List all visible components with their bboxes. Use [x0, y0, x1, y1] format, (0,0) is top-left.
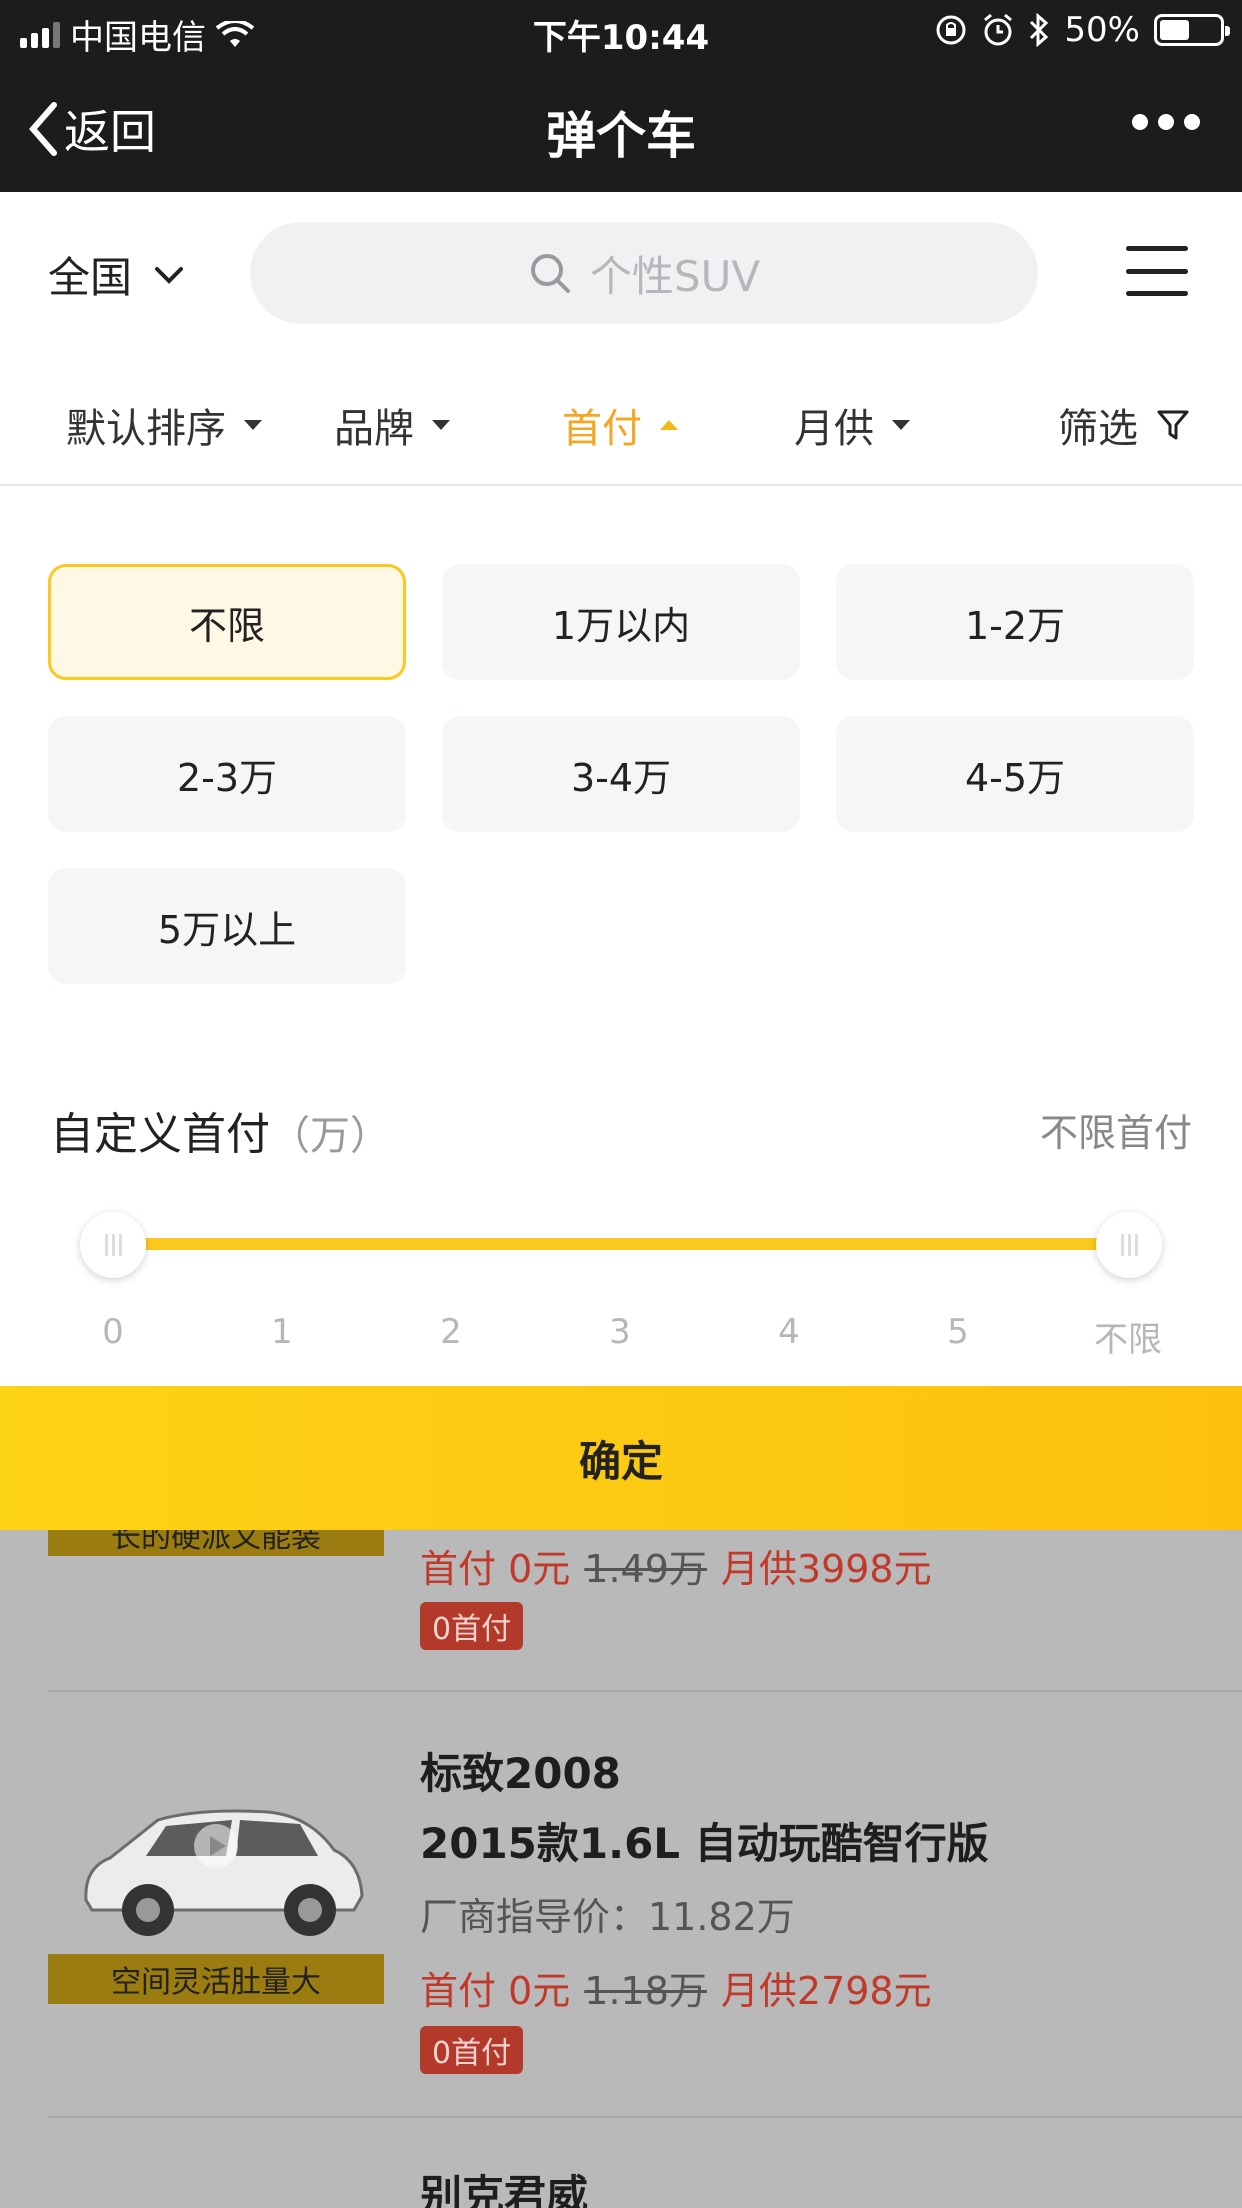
sort-tab-default[interactable]: 默认排序 — [66, 396, 262, 454]
option-label: 3-4万 — [570, 755, 672, 800]
tick-label: 3 — [609, 1312, 631, 1352]
sort-tab-label: 月供 — [794, 406, 874, 452]
tick-label: 2 — [440, 1312, 462, 1352]
car-model: 2015款1.6L 自动玩酷智行版 — [420, 1819, 989, 1868]
custom-unit: （万） — [270, 1113, 390, 1159]
alarm-icon — [984, 13, 1013, 46]
old-price: 1.49万 — [584, 1547, 707, 1591]
option-chip[interactable]: 2-3万 — [48, 716, 406, 832]
tick-label: 1 — [271, 1312, 293, 1352]
divider — [48, 1690, 1242, 1692]
range-knob-max[interactable] — [1096, 1212, 1162, 1278]
option-chip[interactable]: 1万以内 — [442, 564, 800, 680]
sort-tab-filter[interactable]: 筛选 — [1058, 396, 1190, 454]
menu-icon[interactable] — [1126, 246, 1188, 296]
option-label: 1-2万 — [964, 603, 1066, 648]
down-payment: 首付 0元 — [420, 1547, 571, 1591]
car-name: 标致2008 — [420, 1749, 621, 1798]
sort-tab-brand[interactable]: 品牌 — [334, 396, 450, 454]
sort-tab-label: 品牌 — [334, 406, 414, 452]
tick-label: 不限 — [1094, 1320, 1162, 1360]
range-ticks: 0 1 2 3 4 5 不限 — [0, 1312, 1242, 1362]
option-label: 5万以上 — [157, 907, 297, 952]
range-track[interactable] — [114, 1238, 1128, 1250]
nav-bar: 返回 弹个车 — [0, 66, 1242, 186]
price-line: 首付 0元 1.18万 月供2798元 — [420, 1960, 932, 2015]
option-chip[interactable]: 1-2万 — [836, 564, 1194, 680]
thumb-tag: 空间灵活肚量大 — [48, 1954, 384, 2004]
page-title: 弹个车 — [546, 107, 696, 165]
option-chip[interactable]: 4-5万 — [836, 716, 1194, 832]
search-icon — [530, 254, 570, 293]
battery-percent: 50% — [1064, 10, 1140, 50]
option-label: 2-3万 — [176, 755, 278, 800]
thumb-tag-text: 长的硬派又能装 — [111, 1530, 321, 1555]
sort-tab-label: 筛选 — [1058, 406, 1138, 452]
filter-icon — [1157, 410, 1189, 440]
caret-down-icon — [244, 420, 262, 430]
more-button[interactable] — [1132, 114, 1200, 130]
price-line: 首付 0元 1.49万 月供3998元 — [420, 1538, 932, 1593]
sort-tab-down-payment[interactable]: 首付 — [562, 396, 678, 454]
zero-down-badge: 0首付 — [420, 2026, 524, 2074]
unlimited-value: 不限首付 — [1039, 1111, 1192, 1155]
caret-down-icon — [892, 420, 910, 430]
car-name: 别克君威 — [420, 2171, 589, 2208]
car-thumbnail: 空间灵活肚量大 — [48, 1750, 384, 2004]
sort-tab-label: 默认排序 — [66, 406, 226, 452]
rotation-lock-icon — [936, 15, 966, 45]
car-list: 长的硬派又能装 首付 0元 1.49万 月供3998元 0首付 空间灵活肚量大 … — [0, 1530, 1242, 2208]
option-label: 1万以内 — [551, 603, 691, 648]
custom-down-payment-label: 自定义首付（万） — [50, 1098, 390, 1162]
monthly-payment: 月供2798元 — [720, 1969, 932, 2013]
search-row: 全国 个性SUV — [0, 192, 1242, 352]
old-price: 1.18万 — [584, 1969, 707, 2013]
status-bar: 中国电信 下午10:44 50% — [0, 0, 1242, 60]
tick-label: 0 — [102, 1312, 124, 1352]
chevron-down-icon — [155, 266, 184, 284]
battery-icon — [1154, 14, 1230, 46]
tick-label: 4 — [778, 1312, 800, 1352]
option-chip[interactable]: 3-4万 — [442, 716, 800, 832]
region-selector[interactable]: 全国 — [48, 244, 184, 305]
option-chip[interactable]: 5万以上 — [48, 868, 406, 984]
confirm-button[interactable]: 确定 — [0, 1386, 1242, 1530]
region-label: 全国 — [48, 253, 133, 302]
guide-price: 厂商指导价：11.82万 — [420, 1895, 795, 1939]
range-knob-min[interactable] — [80, 1212, 146, 1278]
sort-bar: 默认排序 品牌 首付 月供 筛选 — [0, 352, 1242, 486]
bluetooth-icon — [1030, 13, 1049, 47]
option-label: 不限 — [188, 603, 265, 648]
thumb-tag-text: 空间灵活肚量大 — [111, 1965, 321, 2000]
zero-down-badge: 0首付 — [420, 1602, 524, 1650]
down-payment: 首付 0元 — [420, 1969, 571, 2013]
option-chip-unlimited[interactable]: 不限 — [48, 564, 406, 680]
option-label: 4-5万 — [964, 755, 1066, 800]
status-right: 50% — [934, 10, 1230, 50]
sort-tab-monthly[interactable]: 月供 — [794, 396, 910, 454]
search-input[interactable]: 个性SUV — [250, 222, 1038, 324]
battery-fill — [1160, 20, 1189, 40]
down-payment-panel: 不限 1万以内 1-2万 2-3万 3-4万 4-5万 5万以上 自定义首付（万… — [0, 486, 1242, 1386]
custom-label-text: 自定义首付 — [50, 1109, 270, 1160]
sort-tab-label: 首付 — [562, 406, 642, 452]
tick-label: 5 — [947, 1312, 969, 1352]
top-bar: 中国电信 下午10:44 50% 返回 弹个车 — [0, 0, 1242, 192]
thumb-tag: 长的硬派又能装 — [48, 1530, 384, 1556]
divider — [48, 2116, 1242, 2118]
caret-down-icon — [432, 420, 450, 430]
search-placeholder: 个性SUV — [589, 251, 761, 301]
caret-up-icon — [660, 420, 678, 430]
monthly-payment: 月供3998元 — [720, 1547, 932, 1591]
car-image — [48, 1750, 384, 1954]
